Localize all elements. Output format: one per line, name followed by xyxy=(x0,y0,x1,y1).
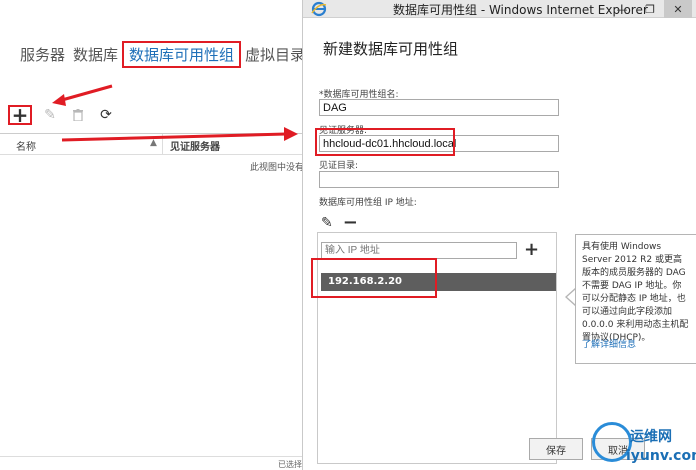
dialog-heading: 新建数据库可用性组 xyxy=(323,40,459,58)
column-divider xyxy=(162,134,163,154)
edit-icon[interactable]: ✎ xyxy=(40,106,60,124)
ip-edit-icons: ✎ − xyxy=(321,212,358,233)
ip-help-tooltip: 具有使用 Windows Server 2012 R2 或更高版本的成员服务器的… xyxy=(575,234,696,364)
ip-entry-highlight xyxy=(311,258,437,298)
window-titlebar[interactable]: 数据库可用性组 - Windows Internet Explorer — ❐ … xyxy=(303,0,696,18)
watermark-line2: iyunv.com xyxy=(626,448,696,464)
tab-servers[interactable]: 服务器 xyxy=(16,44,69,68)
witness-server-highlight xyxy=(315,128,455,156)
add-icon[interactable]: + xyxy=(8,105,32,125)
witness-directory-label: 见证目录: xyxy=(319,161,359,171)
delete-icon[interactable] xyxy=(68,106,88,124)
sort-arrow-icon[interactable]: ▲ xyxy=(150,138,157,148)
dag-ip-label: 数据库可用性组 IP 地址: xyxy=(319,198,417,208)
toolbar: + ✎ ⟳ xyxy=(8,105,116,125)
status-bar: 已选择 xyxy=(0,456,310,470)
site-watermark: 运维网 iyunv.com xyxy=(592,420,696,468)
ip-address-input[interactable] xyxy=(321,242,517,259)
tab-virtual-directories[interactable]: 虚拟目录 xyxy=(241,44,309,68)
empty-view-message: 此视图中没有 xyxy=(250,163,305,173)
watermark-line1: 运维网 xyxy=(630,429,672,445)
tab-database-availability-groups[interactable]: 数据库可用性组 xyxy=(122,41,242,68)
status-text: 已选择 xyxy=(278,460,302,469)
tab-databases[interactable]: 数据库 xyxy=(69,44,122,68)
window-controls: — ❐ ✕ xyxy=(608,0,692,18)
close-button[interactable]: ✕ xyxy=(664,0,692,18)
witness-directory-input[interactable] xyxy=(319,171,559,188)
learn-more-link[interactable]: 了解详细信息 xyxy=(582,339,636,352)
grid-header: 名称 ▲ 见证服务器 xyxy=(0,133,310,155)
ie-dialog-window: 数据库可用性组 - Windows Internet Explorer — ❐ … xyxy=(302,0,696,470)
column-header-witness-server[interactable]: 见证服务器 xyxy=(170,138,220,153)
tooltip-text: 具有使用 Windows Server 2012 R2 或更高版本的成员服务器的… xyxy=(582,242,689,343)
save-button[interactable]: 保存 xyxy=(529,438,583,460)
minus-icon[interactable]: − xyxy=(343,212,358,233)
pencil-icon[interactable]: ✎ xyxy=(321,215,333,231)
minimize-button[interactable]: — xyxy=(608,0,636,18)
refresh-icon[interactable]: ⟳ xyxy=(96,106,116,124)
restore-button[interactable]: ❐ xyxy=(636,0,664,18)
add-ip-icon[interactable]: + xyxy=(524,239,539,260)
ie-logo-icon xyxy=(311,1,327,17)
column-header-name[interactable]: 名称 xyxy=(16,138,36,153)
nav-tabs: 服务器 数据库 数据库可用性组 虚拟目录 xyxy=(16,41,309,68)
dag-name-input[interactable] xyxy=(319,99,559,116)
eac-background-page: 服务器 数据库 数据库可用性组 虚拟目录 + ✎ ⟳ 名称 ▲ 见证服务器 此视… xyxy=(0,0,310,470)
